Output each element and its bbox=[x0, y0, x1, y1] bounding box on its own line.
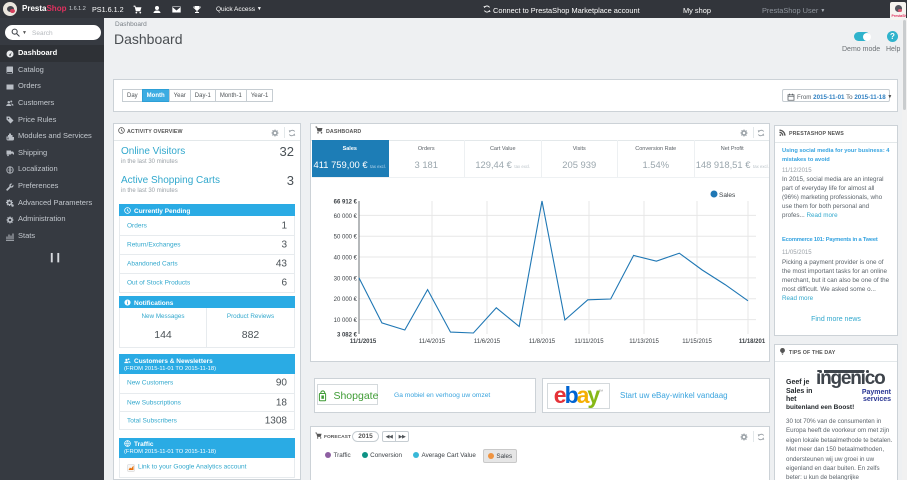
svg-text:Sales: Sales bbox=[719, 192, 736, 199]
svg-text:40 000 €: 40 000 € bbox=[334, 256, 358, 262]
svg-text:11/11/2015: 11/11/2015 bbox=[574, 339, 604, 345]
svg-text:11/18/201: 11/18/201 bbox=[739, 339, 766, 345]
svg-text:66 912 €: 66 912 € bbox=[334, 200, 358, 206]
svg-text:20 000 €: 20 000 € bbox=[334, 297, 358, 303]
svg-text:10 000 €: 10 000 € bbox=[334, 318, 358, 324]
svg-text:11/6/2015: 11/6/2015 bbox=[474, 339, 501, 345]
svg-text:60 000 €: 60 000 € bbox=[334, 214, 358, 220]
svg-text:3 082 €: 3 082 € bbox=[337, 333, 358, 339]
svg-text:11/15/2015: 11/15/2015 bbox=[682, 339, 712, 345]
svg-text:50 000 €: 50 000 € bbox=[334, 235, 358, 241]
svg-text:11/8/2015: 11/8/2015 bbox=[529, 339, 556, 345]
svg-text:11/13/2015: 11/13/2015 bbox=[629, 339, 659, 345]
svg-text:11/4/2015: 11/4/2015 bbox=[419, 339, 446, 345]
svg-text:11/1/2015: 11/1/2015 bbox=[350, 339, 377, 345]
svg-text:30 000 €: 30 000 € bbox=[334, 276, 358, 282]
